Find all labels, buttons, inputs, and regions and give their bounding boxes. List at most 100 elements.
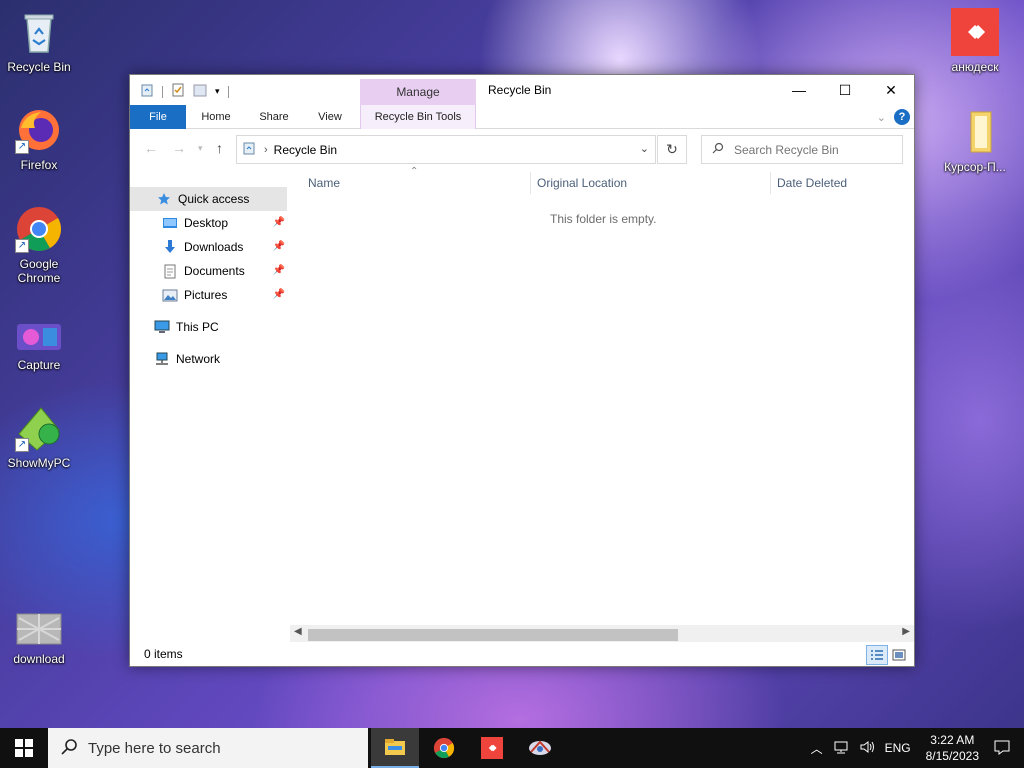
anydesk-icon xyxy=(951,8,999,56)
pin-icon[interactable]: 📌 xyxy=(273,241,285,252)
chrome-icon xyxy=(433,737,455,759)
minimize-button[interactable]: — xyxy=(776,75,822,105)
desktop-icon-download[interactable]: download xyxy=(0,612,78,666)
tab-home[interactable]: Home xyxy=(190,105,242,129)
desktop-folder-icon xyxy=(162,215,178,231)
taskbar-capture[interactable] xyxy=(516,728,564,768)
large-icons-view-button[interactable] xyxy=(888,645,910,665)
close-button[interactable]: ✕ xyxy=(868,75,914,105)
volume-icon[interactable] xyxy=(859,740,875,757)
taskbar-file-explorer[interactable] xyxy=(371,728,419,768)
details-view-icon xyxy=(871,650,883,660)
desktop-icon-cursor-folder[interactable]: Курсор-П... xyxy=(936,108,1014,174)
column-divider[interactable] xyxy=(770,172,771,194)
recycle-bin-small-icon xyxy=(242,141,256,158)
recent-locations-button[interactable]: ▾ xyxy=(198,143,203,154)
horizontal-scrollbar[interactable]: ◀ ▶ xyxy=(290,625,914,642)
shortcut-arrow-icon: ↗ xyxy=(15,239,29,253)
input-language[interactable]: ENG xyxy=(885,741,911,755)
pin-icon[interactable]: 📌 xyxy=(273,289,285,300)
sort-ascending-icon: ⌃ xyxy=(410,166,419,177)
status-bar: 0 items xyxy=(130,642,914,666)
desktop-icon-anydesk[interactable]: анюдеск xyxy=(936,8,1014,74)
desktop-icon-capture[interactable]: Capture xyxy=(0,318,78,372)
clock[interactable]: 3:22 AM 8/15/2023 xyxy=(926,732,979,764)
sidebar-item-downloads[interactable]: Downloads 📌 xyxy=(130,235,287,259)
pin-icon[interactable]: 📌 xyxy=(273,265,285,276)
taskbar-search-placeholder: Type here to search xyxy=(88,739,221,757)
search-input[interactable] xyxy=(734,142,884,157)
taskbar-chrome[interactable] xyxy=(420,728,468,768)
back-button[interactable]: ← xyxy=(144,140,158,156)
network-icon xyxy=(154,351,170,367)
column-header-name[interactable]: Name xyxy=(308,170,340,196)
sidebar-item-quick-access[interactable]: Quick access xyxy=(130,187,287,211)
pin-icon[interactable]: 📌 xyxy=(273,217,285,228)
search-icon xyxy=(712,142,724,157)
file-list[interactable]: ⌃ Name Original Location Date Deleted Th… xyxy=(290,166,914,640)
scroll-right-arrow[interactable]: ▶ xyxy=(902,626,910,637)
tab-recycle-bin-tools[interactable]: Recycle Bin Tools xyxy=(360,105,476,129)
explorer-window[interactable]: ▾ Manage Recycle Bin — ☐ ✕ File Home Sha… xyxy=(129,74,915,667)
search-box[interactable] xyxy=(701,135,903,164)
desktop-icon-showmypc[interactable]: ↗ ShowMyPC xyxy=(0,404,78,470)
taskbar-anydesk[interactable] xyxy=(468,728,516,768)
image-file-icon xyxy=(15,612,63,648)
tab-file[interactable]: File xyxy=(130,105,186,129)
customize-toolbar-icon[interactable]: ▾ xyxy=(215,86,220,97)
sidebar-item-desktop[interactable]: Desktop 📌 xyxy=(130,211,287,235)
scrollbar-thumb[interactable] xyxy=(308,629,678,641)
chrome-icon: ↗ xyxy=(15,205,63,253)
tab-view[interactable]: View xyxy=(306,105,354,129)
maximize-button[interactable]: ☐ xyxy=(822,75,868,105)
details-view-button[interactable] xyxy=(866,645,888,665)
navigation-pane: Quick access Desktop 📌 Downloads 📌 Docum… xyxy=(130,182,287,640)
search-icon xyxy=(60,738,78,759)
start-button[interactable] xyxy=(0,728,48,768)
desktop-icon-chrome[interactable]: ↗ Google Chrome xyxy=(0,205,78,285)
taskbar-search[interactable]: Type here to search xyxy=(48,728,368,768)
forward-button[interactable]: → xyxy=(172,140,186,156)
title-bar[interactable]: ▾ Manage Recycle Bin — ☐ ✕ xyxy=(130,75,914,105)
scroll-left-arrow[interactable]: ◀ xyxy=(294,626,302,637)
file-explorer-icon xyxy=(385,739,405,755)
address-bar[interactable]: › Recycle Bin ⌄ xyxy=(236,135,656,164)
new-folder-icon[interactable] xyxy=(193,83,207,100)
tab-share[interactable]: Share xyxy=(248,105,300,129)
properties-icon[interactable] xyxy=(171,83,185,100)
manage-contextual-tab[interactable]: Manage xyxy=(360,79,476,105)
clock-time: 3:22 AM xyxy=(930,733,975,747)
anydesk-icon xyxy=(481,737,503,759)
show-hidden-icons-icon[interactable]: ︿ xyxy=(811,740,823,757)
column-header-original-location[interactable]: Original Location xyxy=(537,170,627,196)
column-divider[interactable] xyxy=(530,172,531,194)
breadcrumb-chevron-icon[interactable]: › xyxy=(264,144,268,156)
firefox-icon: ↗ xyxy=(15,106,63,154)
taskbar: Type here to search ︿ ENG 3:22 AM 8/15/2… xyxy=(0,728,1024,768)
pictures-icon xyxy=(162,287,178,303)
sidebar-item-this-pc[interactable]: This PC xyxy=(130,315,287,339)
sidebar-item-network[interactable]: Network xyxy=(130,347,287,371)
desktop-icon-recycle-bin[interactable]: Recycle Bin xyxy=(0,8,78,74)
sidebar-item-pictures[interactable]: Pictures 📌 xyxy=(130,283,287,307)
windows-logo-icon xyxy=(15,739,33,757)
shortcut-arrow-icon: ↗ xyxy=(15,140,29,154)
shortcut-arrow-icon: ↗ xyxy=(15,438,29,452)
recycle-bin-icon xyxy=(15,8,63,56)
address-dropdown-icon[interactable]: ⌄ xyxy=(640,142,649,155)
network-icon[interactable] xyxy=(833,740,849,757)
notifications-icon[interactable] xyxy=(994,739,1010,758)
column-header-date-deleted[interactable]: Date Deleted xyxy=(777,170,847,196)
clock-date: 8/15/2023 xyxy=(925,749,979,763)
computer-icon xyxy=(154,319,170,335)
up-button[interactable]: ↑ xyxy=(216,140,223,156)
sidebar-item-documents[interactable]: Documents 📌 xyxy=(130,259,287,283)
download-arrow-icon xyxy=(162,239,178,255)
desktop-icon-firefox[interactable]: ↗ Firefox xyxy=(0,106,78,172)
expand-ribbon-icon[interactable]: ⌄ xyxy=(877,111,886,124)
ribbon-right-controls: ⌄ ? xyxy=(877,109,910,125)
breadcrumb[interactable]: Recycle Bin xyxy=(274,143,337,157)
capture-icon xyxy=(529,740,551,755)
refresh-button[interactable]: ↻ xyxy=(657,135,687,164)
help-button[interactable]: ? xyxy=(894,109,910,125)
